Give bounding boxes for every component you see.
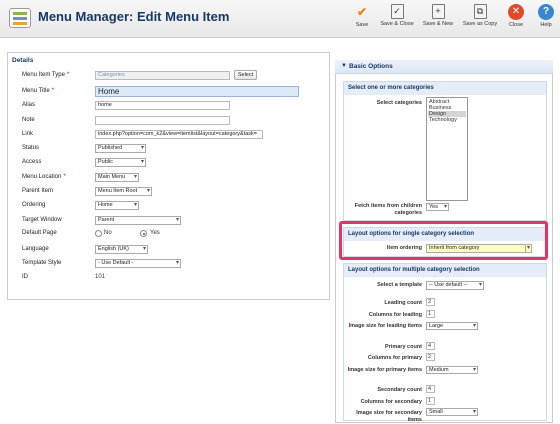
save-close-icon: ✓ (390, 4, 404, 19)
access-select[interactable]: Public (95, 158, 146, 167)
help-label: Help (540, 22, 552, 28)
page-title: Menu Manager: Edit Menu Item (38, 9, 230, 24)
close-label: Close (508, 22, 524, 28)
status-select[interactable]: Published (95, 144, 146, 153)
alias-input[interactable]: home (95, 101, 230, 110)
default-page-yes-radio[interactable] (140, 230, 147, 237)
target-window-label: Target Window (22, 217, 62, 223)
parent-item-label: Parent Item (22, 188, 54, 194)
select-template-label: Select a template (377, 282, 422, 288)
fetch-children-select[interactable]: Yes (426, 203, 449, 211)
ordering-select[interactable]: Home (95, 201, 139, 210)
columns-leading-label: Columns for leading (368, 312, 422, 318)
image-size-leading-select[interactable]: Large (426, 322, 478, 330)
menu-item-type-input: Categories (95, 71, 230, 80)
default-page-no-radio[interactable] (95, 230, 102, 237)
id-value: 101 (95, 274, 106, 280)
save-copy-label: Save as Copy (462, 21, 498, 27)
columns-leading-input[interactable]: 1 (426, 310, 435, 318)
image-size-primary-select[interactable]: Medium (426, 366, 478, 374)
category-option[interactable]: Technology (428, 117, 466, 123)
multiple-category-section-title: Layout options for multiple category sel… (344, 264, 546, 277)
menu-manager-logo-icon (9, 8, 31, 28)
primary-count-label: Primary count (385, 344, 422, 350)
menu-title-label: Menu Title * (22, 88, 55, 94)
alias-label: Alias (22, 102, 36, 108)
parent-item-select[interactable]: Menu Item Root (95, 187, 152, 196)
link-label: Link (22, 131, 34, 137)
template-style-label: Template Style (22, 260, 62, 266)
leading-count-label: Leading count (384, 300, 422, 306)
language-label: Language (22, 246, 49, 252)
image-size-leading-label: Image size for leading items (348, 323, 422, 329)
help-icon: ? (538, 4, 554, 20)
template-style-select[interactable]: - Use Default - (95, 259, 181, 268)
secondary-count-input[interactable]: 4 (426, 385, 435, 393)
save-copy-icon: ⧉ (473, 4, 487, 19)
menu-title-input[interactable]: Home (95, 86, 299, 97)
columns-primary-label: Columns for primary (367, 355, 422, 361)
basic-options-title[interactable]: Basic Options (349, 63, 393, 70)
menu-location-select[interactable]: Main Menu (95, 173, 139, 182)
select-type-button[interactable]: Select (234, 70, 257, 80)
categories-section-title: Select one or more categories (344, 82, 546, 95)
leading-count-input[interactable]: 2 (426, 298, 435, 306)
columns-primary-input[interactable]: 2 (426, 353, 435, 361)
select-template-select[interactable]: -- Use default -- (426, 281, 484, 290)
save-close-button[interactable]: ✓ Save & Close (377, 4, 417, 27)
image-size-primary-label: Image size for primary items (347, 367, 422, 373)
secondary-count-label: Secondary count (377, 387, 422, 393)
note-label: Note (22, 117, 35, 123)
categories-listbox[interactable]: Abstract Business Design Technology (426, 97, 468, 201)
image-size-secondary-label: Image size for secondary items (356, 410, 422, 423)
save-button[interactable]: ✔ Save (342, 4, 382, 28)
details-legend: Details (12, 57, 34, 64)
select-categories-label: Select categories (376, 100, 422, 106)
menu-item-type-label: Menu Item Type * (22, 72, 70, 78)
help-button[interactable]: ? Help (526, 4, 560, 28)
fetch-children-label: Fetch items from children categories (354, 203, 422, 216)
language-select[interactable]: English (UK) (95, 245, 148, 254)
checkmark-icon: ✔ (356, 5, 368, 19)
default-page-yes-label: Yes (150, 230, 160, 236)
columns-secondary-input[interactable]: 1 (426, 397, 435, 405)
image-size-secondary-select[interactable]: Small (426, 408, 478, 416)
ordering-label: Ordering (22, 202, 46, 208)
close-icon: ✕ (508, 4, 524, 20)
default-page-label: Default Page (22, 230, 57, 236)
save-new-label: Save & New (422, 21, 454, 27)
link-input: index.php?option=com_k2&view=itemlist&la… (95, 130, 263, 139)
save-new-icon: + (431, 4, 445, 19)
access-label: Access (22, 159, 42, 165)
save-copy-button[interactable]: ⧉ Save as Copy (460, 4, 500, 27)
save-new-button[interactable]: + Save & New (418, 4, 458, 27)
menu-location-label: Menu Location * (22, 174, 66, 180)
columns-secondary-label: Columns for secondary (360, 399, 422, 405)
collapse-arrow-icon[interactable]: ▼ (341, 63, 347, 69)
default-page-no-label: No (104, 230, 112, 236)
id-label: ID (22, 274, 28, 280)
primary-count-input[interactable]: 4 (426, 342, 435, 350)
status-label: Status (22, 145, 40, 151)
highlight-box (339, 221, 548, 260)
save-close-label: Save & Close (380, 21, 414, 27)
note-input[interactable] (95, 116, 230, 125)
target-window-select[interactable]: Parent (95, 216, 181, 225)
save-label: Save (355, 22, 369, 28)
